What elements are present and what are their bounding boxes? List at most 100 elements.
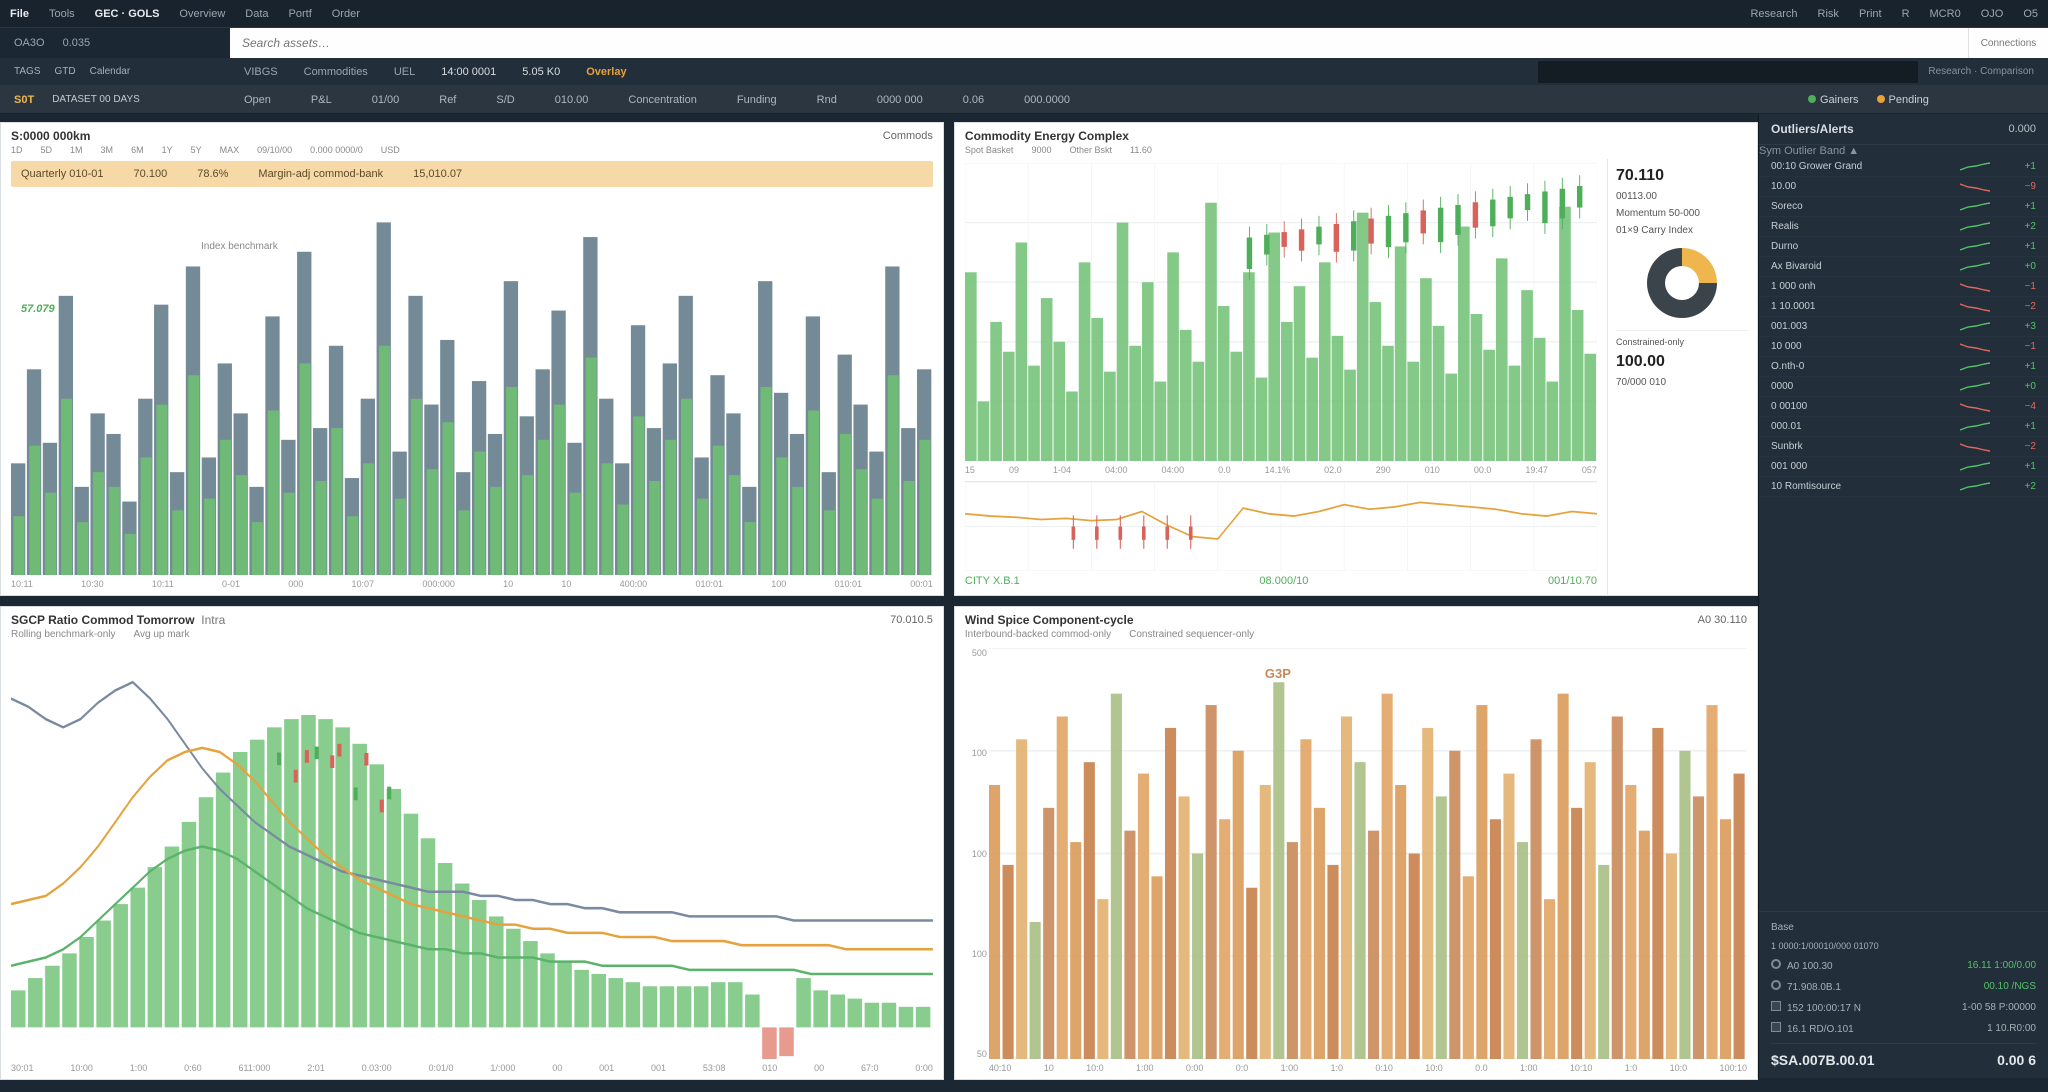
col-5[interactable]: 010.00	[555, 94, 589, 106]
panel-c-right: 70.010.5	[890, 614, 933, 626]
foot-c2l: 16.1 RD/O.101	[1787, 1024, 1854, 1035]
col-4[interactable]: S/D	[496, 94, 514, 106]
col-9[interactable]: 0000 000	[877, 94, 923, 106]
row2-tab-0[interactable]: OA3O	[14, 37, 45, 49]
panel-a-x-7: 10	[503, 579, 513, 589]
sidebar: Outliers/Alerts 0.000 Sym Outlier Band ▲…	[1758, 114, 2048, 1078]
panel-d-y-0: 500	[961, 648, 987, 658]
panel-c-x-11: 001	[651, 1063, 666, 1073]
menu-order[interactable]: Order	[332, 8, 360, 20]
panel-b-side-big2: 00113.00	[1616, 191, 1749, 202]
menu-research[interactable]: Research	[1750, 8, 1797, 20]
menu-tools[interactable]: Tools	[49, 8, 75, 20]
panel-b-x-7: 02.0	[1324, 465, 1342, 475]
watch-row[interactable]: O.nth-0+1	[1759, 357, 2048, 377]
watch-row[interactable]: Soreco+1	[1759, 197, 2048, 217]
panel-d-x-12: 10:10	[1570, 1063, 1593, 1073]
col-0[interactable]: Open	[244, 94, 271, 106]
wl-head-2[interactable]: ▲	[1848, 145, 1859, 157]
watch-row[interactable]: 001.003+3	[1759, 317, 2048, 337]
panel-a-sub-3: 3M	[101, 145, 114, 155]
radio-icon[interactable]	[1771, 980, 1781, 990]
menu-overview[interactable]: Overview	[179, 8, 225, 20]
watch-row[interactable]: 1 10.0001−2	[1759, 297, 2048, 317]
panel-a-x-2: 10:11	[152, 579, 174, 589]
row2-tab-1[interactable]: 0.035	[63, 37, 91, 49]
row3-l0[interactable]: TAGS	[14, 66, 40, 77]
row3-mid-3[interactable]: 14:00 0001	[441, 66, 496, 78]
watch-row[interactable]: Ax Bivaroid+0	[1759, 257, 2048, 277]
row3-mid-4[interactable]: 5.05 K0	[522, 66, 560, 78]
topbar-left: File Tools GEC · GOLS Overview Data Port…	[10, 8, 360, 20]
watch-row[interactable]: 001 000+1	[1759, 457, 2048, 477]
menu-brand[interactable]: GEC · GOLS	[95, 8, 160, 20]
menu-r[interactable]: R	[1902, 8, 1910, 20]
watch-row[interactable]: Realis+2	[1759, 217, 2048, 237]
panel-d-x-14: 10:0	[1670, 1063, 1688, 1073]
watch-row[interactable]: Sunbrk−2	[1759, 437, 2048, 457]
menu-file[interactable]: File	[10, 8, 29, 20]
col-8[interactable]: Rnd	[817, 94, 837, 106]
watch-row[interactable]: 0 00100−4	[1759, 397, 2048, 417]
menu-mcr0[interactable]: MCR0	[1930, 8, 1961, 20]
panel-a-sub-0: 1D	[11, 145, 23, 155]
col-3[interactable]: Ref	[439, 94, 456, 106]
watch-row[interactable]: 10.00−9	[1759, 177, 2048, 197]
panel-c-x-16: 0:00	[915, 1063, 933, 1073]
watch-row[interactable]: Durno+1	[1759, 237, 2048, 257]
panel-b-side: 70.110 00113.00 Momentum 50-000 01×9 Car…	[1607, 159, 1757, 595]
panel-a-x-6: 000:000	[422, 579, 455, 589]
panel-c-x-10: 001	[599, 1063, 614, 1073]
panel-a-sub-10: USD	[381, 145, 400, 155]
row2-right[interactable]: Connections	[1968, 28, 2048, 58]
row3-mid-1[interactable]: Commodities	[304, 66, 368, 78]
search-bar	[230, 28, 1968, 58]
panel-c-x-12: 53:08	[703, 1063, 726, 1073]
watch-row[interactable]: 0000+0	[1759, 377, 2048, 397]
checkbox-icon[interactable]	[1771, 1001, 1781, 1011]
panel-a-chart[interactable]: 57.079 Index benchmark	[11, 193, 933, 575]
row3-l1[interactable]: GTD	[54, 66, 75, 77]
menu-print[interactable]: Print	[1859, 8, 1882, 20]
panel-b-side-s1: Momentum 50-000	[1616, 208, 1749, 219]
row3-mid-2[interactable]: UEL	[394, 66, 415, 78]
row3-inputbox[interactable]	[1538, 61, 1918, 83]
col-7[interactable]: Funding	[737, 94, 777, 106]
panel-b-chart[interactable]	[965, 163, 1597, 461]
menu-o5[interactable]: O5	[2023, 8, 2038, 20]
col-11[interactable]: 000.0000	[1024, 94, 1070, 106]
panel-c-x-8: 1/:000	[490, 1063, 515, 1073]
menu-portf[interactable]: Portf	[289, 8, 312, 20]
radio-icon[interactable]	[1771, 959, 1781, 969]
row3-l2[interactable]: Calendar	[90, 66, 131, 77]
legend-0: Gainers	[1808, 94, 1859, 106]
col-1[interactable]: P&L	[311, 94, 332, 106]
row3-mid-5[interactable]: Overlay	[586, 66, 626, 78]
row4-sel[interactable]: S0T	[14, 94, 34, 106]
watch-row[interactable]: 10 Romtisource+2	[1759, 477, 2048, 497]
watch-row[interactable]: 00:10 Grower Grand+1	[1759, 157, 2048, 177]
panel-a-x-1: 10:30	[81, 579, 104, 589]
search-input[interactable]	[242, 36, 1956, 50]
col-10[interactable]: 0.06	[963, 94, 984, 106]
panel-a-sub-1: 5D	[41, 145, 53, 155]
panel-b-lower[interactable]	[965, 481, 1597, 571]
watch-row[interactable]: 1 000 onh−1	[1759, 277, 2048, 297]
col-6[interactable]: Concentration	[628, 94, 697, 106]
watch-row[interactable]: 000.01+1	[1759, 417, 2048, 437]
panel-c-sub-0: Rolling benchmark-only	[11, 629, 116, 640]
watch-row[interactable]: 10 000−1	[1759, 337, 2048, 357]
menu-data[interactable]: Data	[245, 8, 268, 20]
panel-d-x-3: 1:00	[1136, 1063, 1154, 1073]
col-2[interactable]: 01/00	[372, 94, 400, 106]
row3-mid-0[interactable]: VIBGS	[244, 66, 278, 78]
topbar-right: Research Risk Print R MCR0 OJO O5	[1750, 8, 2038, 20]
panel-c-chart[interactable]	[11, 648, 933, 1059]
panel-d-chart[interactable]: 50010010010050 G3P	[965, 648, 1747, 1059]
checkbox-icon[interactable]	[1771, 1022, 1781, 1032]
foot-label: Base	[1771, 922, 2036, 933]
menu-ojo[interactable]: OJO	[1981, 8, 2004, 20]
menu-risk[interactable]: Risk	[1818, 8, 1839, 20]
panel-d-right: A0 30.110	[1698, 614, 1747, 626]
panel-a-sub-4: 6M	[131, 145, 144, 155]
